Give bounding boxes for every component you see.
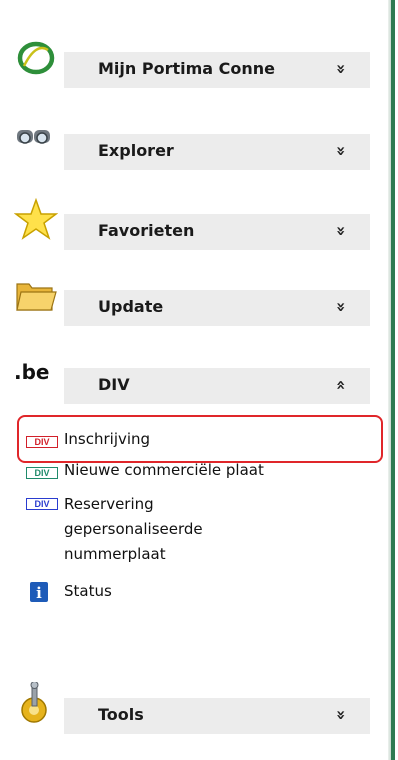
item-label: Reservering gepersonaliseerde nummerplaa… xyxy=(64,495,203,563)
group-header-tools[interactable]: Tools » xyxy=(14,682,370,736)
item-label: Status xyxy=(64,582,112,600)
chevron-down-icon[interactable]: » xyxy=(328,704,354,726)
svg-text:i: i xyxy=(36,584,42,602)
group-title-update: Update xyxy=(98,297,164,316)
group-title-favorieten: Favorieten xyxy=(98,221,195,240)
div-item-reservering[interactable]: DIV Reservering gepersonaliseerde nummer… xyxy=(22,490,372,580)
svg-text:DIV: DIV xyxy=(34,468,49,478)
svg-text:DIV: DIV xyxy=(34,437,49,447)
div-badge-icon: DIV xyxy=(26,436,58,448)
star-icon xyxy=(14,198,58,240)
div-badge-icon: DIV xyxy=(26,498,58,510)
chevron-down-icon[interactable]: » xyxy=(328,58,354,80)
div-item-nieuwe-commerciele-plaat[interactable]: DIV Nieuwe commerciële plaat xyxy=(22,459,372,490)
group-title-tools: Tools xyxy=(98,705,144,724)
chevron-down-icon[interactable]: » xyxy=(328,140,354,162)
group-header-update[interactable]: Update » xyxy=(14,283,370,328)
item-label: Inschrijving xyxy=(64,430,151,448)
sidebar-border[interactable] xyxy=(391,0,395,760)
div-items-list: DIV Inschrijving DIV Nieuwe commerciële … xyxy=(22,428,372,610)
group-title-explorer: Explorer xyxy=(98,141,174,160)
be-domain-icon: .be xyxy=(14,360,50,384)
svg-text:DIV: DIV xyxy=(34,499,49,509)
div-badge-icon: DIV xyxy=(26,467,58,479)
info-icon: i xyxy=(30,582,48,602)
chevron-up-icon[interactable]: « xyxy=(328,374,354,396)
chevron-down-icon[interactable]: » xyxy=(328,220,354,242)
group-header-favorieten[interactable]: Favorieten » xyxy=(14,198,370,252)
group-title-portima: Mijn Portima Conne xyxy=(98,59,275,78)
div-item-inschrijving[interactable]: DIV Inschrijving xyxy=(22,428,372,459)
group-header-portima[interactable]: Mijn Portima Conne » xyxy=(14,41,370,90)
tools-gear-icon xyxy=(21,682,47,723)
group-title-div: DIV xyxy=(98,375,130,394)
div-item-status[interactable]: i Status xyxy=(22,580,372,610)
group-header-explorer[interactable]: Explorer » xyxy=(14,130,370,172)
item-label: Nieuwe commerciële plaat xyxy=(64,461,264,479)
chevron-down-icon[interactable]: » xyxy=(328,296,354,318)
group-header-div[interactable]: .be DIV « xyxy=(14,360,370,406)
binoculars-icon xyxy=(17,130,50,144)
folder-icon xyxy=(16,283,57,311)
portima-logo-icon xyxy=(17,41,55,75)
